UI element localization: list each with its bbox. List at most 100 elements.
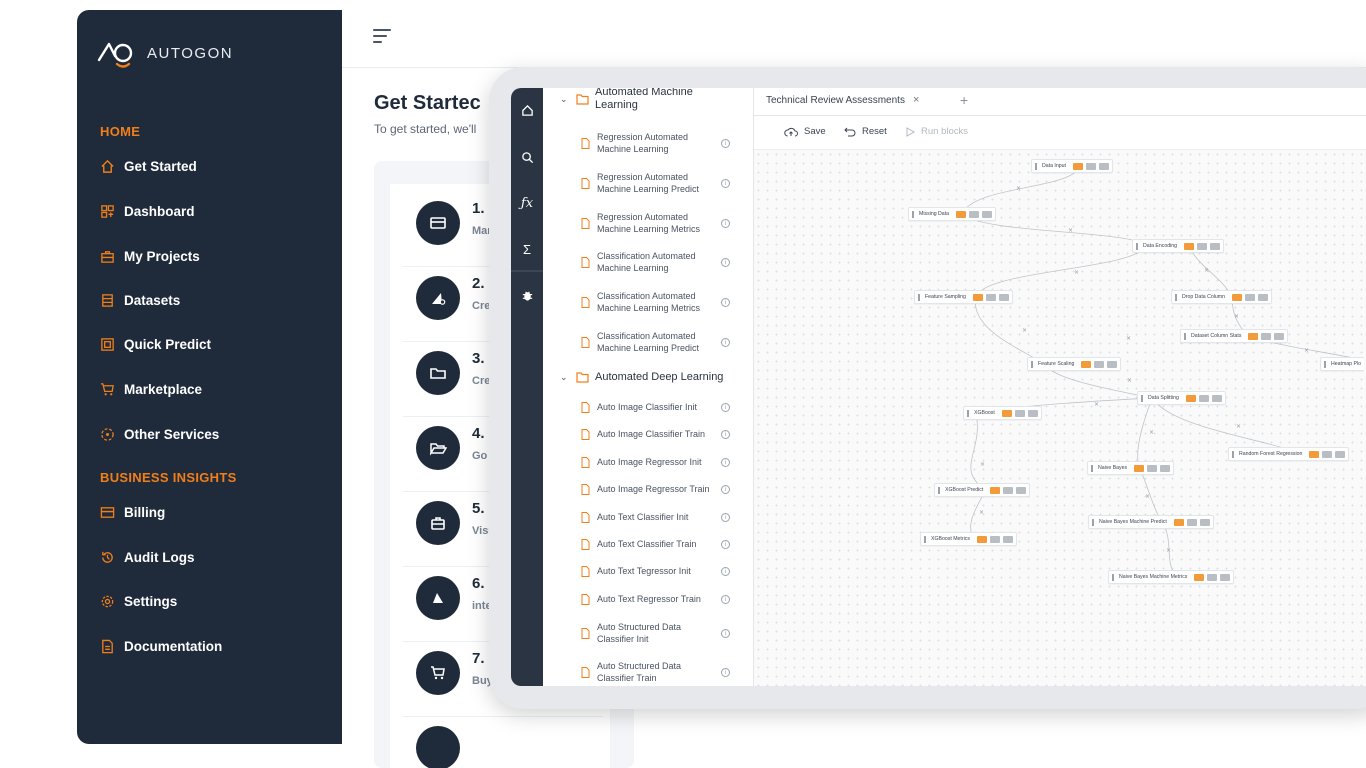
info-icon[interactable]: i (721, 484, 730, 494)
info-icon[interactable]: i (721, 178, 730, 188)
node-delete-button[interactable] (1274, 332, 1285, 340)
workflow-node[interactable]: Feature Scaling (1027, 357, 1122, 371)
sidebar-item-datasets[interactable]: Datasets (100, 289, 180, 311)
block-item[interactable]: Regression Automated Machine Learning Pr… (581, 171, 731, 195)
info-icon[interactable]: i (721, 667, 730, 677)
block-item[interactable]: Auto Image Regressor Init i (581, 456, 731, 468)
drag-handle[interactable] (1232, 450, 1234, 458)
node-settings-button[interactable] (1322, 450, 1333, 458)
step-item[interactable] (403, 717, 603, 768)
node-settings-button[interactable] (1094, 360, 1105, 368)
node-delete-button[interactable] (1335, 450, 1346, 458)
run-blocks-button[interactable]: Run blocks (906, 126, 968, 137)
menu-icon[interactable] (373, 29, 391, 43)
node-delete-button[interactable] (1211, 394, 1222, 402)
run-node-button[interactable] (1134, 464, 1145, 472)
drag-handle[interactable] (938, 486, 940, 494)
info-icon[interactable]: i (721, 594, 730, 604)
info-icon[interactable]: i (721, 429, 730, 439)
drag-handle[interactable] (1091, 464, 1093, 472)
node-delete-button[interactable] (1210, 242, 1221, 250)
run-node-button[interactable] (1194, 573, 1205, 581)
node-delete-button[interactable] (1257, 293, 1268, 301)
run-node-button[interactable] (1001, 409, 1012, 417)
drag-handle[interactable] (918, 293, 920, 301)
reset-button[interactable]: Reset (844, 126, 887, 137)
info-icon[interactable]: i (721, 337, 730, 347)
save-button[interactable]: Save (784, 126, 826, 137)
run-node-button[interactable] (955, 210, 966, 218)
drag-handle[interactable] (924, 535, 926, 543)
node-settings-button[interactable] (1197, 242, 1208, 250)
block-item[interactable]: Auto Image Regressor Train i (581, 483, 731, 495)
drag-handle[interactable] (912, 210, 914, 218)
sidebar-item-audit-logs[interactable]: Audit Logs (100, 546, 195, 568)
run-node-button[interactable] (976, 535, 987, 543)
block-item[interactable]: Classification Automated Machine Learnin… (581, 290, 731, 314)
sidebar-item-settings[interactable]: Settings (100, 590, 177, 612)
workflow-node[interactable]: Naive Bayes Machine Metrics (1108, 570, 1235, 584)
info-icon[interactable]: i (721, 138, 730, 148)
workflow-node[interactable]: Data Splitting (1137, 391, 1226, 405)
drag-handle[interactable] (1092, 518, 1094, 526)
sidebar-item-get-started[interactable]: Get Started (100, 155, 197, 177)
workflow-node[interactable]: Data Input (1031, 159, 1113, 173)
sidebar-item-quick-predict[interactable]: Quick Predict (100, 333, 211, 355)
block-item[interactable]: Auto Text Regressor Train i (581, 593, 731, 605)
node-settings-button[interactable] (1244, 293, 1255, 301)
node-delete-button[interactable] (1027, 409, 1038, 417)
node-settings-button[interactable] (1014, 409, 1025, 417)
info-icon[interactable]: i (721, 218, 730, 228)
info-icon[interactable]: i (721, 457, 730, 467)
workflow-node[interactable]: Dataset Column Stats (1180, 329, 1289, 343)
drag-handle[interactable] (1175, 293, 1177, 301)
sidebar-item-my-projects[interactable]: My Projects (100, 245, 200, 267)
info-icon[interactable]: i (721, 297, 730, 307)
block-item[interactable]: Classification Automated Machine Learnin… (581, 330, 731, 354)
brand[interactable]: AUTOGON (95, 36, 233, 70)
node-settings-button[interactable] (1085, 162, 1096, 170)
info-icon[interactable]: i (721, 402, 730, 412)
drag-handle[interactable] (967, 409, 969, 417)
workflow-node[interactable]: XGBoost (963, 406, 1042, 420)
block-item[interactable]: Auto Structured Data Classifier Init i (581, 621, 731, 645)
run-node-button[interactable] (1184, 242, 1195, 250)
block-item[interactable]: Auto Image Classifier Init i (581, 401, 731, 413)
block-item[interactable]: Auto Text Classifier Init i (581, 511, 731, 523)
node-settings-button[interactable] (1207, 573, 1218, 581)
workflow-canvas[interactable]: × × × × × × × × × × × × × × × × Data Input Missing… (754, 150, 1366, 686)
node-delete-button[interactable] (1160, 464, 1171, 472)
drag-handle[interactable] (1031, 360, 1033, 368)
run-node-button[interactable] (990, 486, 1001, 494)
node-delete-button[interactable] (1098, 162, 1109, 170)
workflow-node[interactable]: Random Forest Regression (1228, 447, 1350, 461)
run-node-button[interactable] (1185, 394, 1196, 402)
search-icon[interactable] (511, 142, 543, 172)
group-automated-machine-learning[interactable]: ⌄ Automated Machine Learning (560, 88, 695, 112)
node-settings-button[interactable] (1186, 518, 1197, 526)
sidebar-item-dashboard[interactable]: Dashboard (100, 200, 195, 222)
workflow-node[interactable]: Feature Sampling (914, 290, 1013, 304)
node-delete-button[interactable] (1016, 486, 1027, 494)
run-node-button[interactable] (1231, 293, 1242, 301)
bug-icon[interactable] (511, 280, 543, 310)
node-settings-button[interactable] (1003, 486, 1014, 494)
run-node-button[interactable] (1173, 518, 1184, 526)
node-settings-button[interactable] (1198, 394, 1209, 402)
drag-handle[interactable] (1184, 332, 1186, 340)
node-settings-button[interactable] (968, 210, 979, 218)
run-node-button[interactable] (1248, 332, 1259, 340)
node-settings-button[interactable] (1147, 464, 1158, 472)
workflow-node[interactable]: Data Encoding (1132, 239, 1225, 253)
workflow-node[interactable]: XGBoost Predict (934, 483, 1031, 497)
node-delete-button[interactable] (981, 210, 992, 218)
block-item[interactable]: Classification Automated Machine Learnin… (581, 250, 731, 274)
info-icon[interactable]: i (721, 566, 730, 576)
workflow-node[interactable]: Naive Bayes (1087, 461, 1175, 475)
info-icon[interactable]: i (721, 539, 730, 549)
workflow-node[interactable]: Missing Data (908, 207, 996, 221)
node-delete-button[interactable] (1199, 518, 1210, 526)
node-settings-button[interactable] (989, 535, 1000, 543)
drag-handle[interactable] (1136, 242, 1138, 250)
group-automated-deep-learning[interactable]: ⌄ Automated Deep Learning (560, 371, 723, 383)
